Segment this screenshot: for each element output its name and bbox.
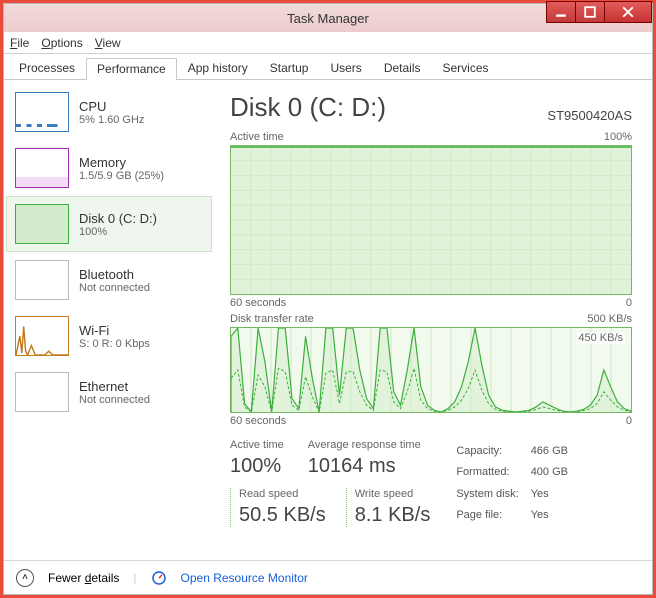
- maximize-button[interactable]: [575, 1, 605, 23]
- fewer-details-button[interactable]: Fewer details: [48, 571, 119, 585]
- avg-response-label: Average response time: [308, 439, 421, 451]
- tab-processes[interactable]: Processes: [8, 57, 86, 79]
- pagefile-value: Yes: [531, 506, 578, 526]
- stats-row: Active time 100% Average response time 1…: [230, 439, 632, 527]
- read-speed-value: 50.5 KB/s: [239, 504, 326, 527]
- active-time-chart[interactable]: [230, 145, 632, 295]
- menu-file[interactable]: File: [10, 36, 29, 50]
- chart2-max: 500 KB/s: [587, 313, 632, 325]
- read-speed-label: Read speed: [239, 488, 326, 500]
- chart1-xleft: 60 seconds: [230, 297, 286, 309]
- page-title: Disk 0 (C: D:): [230, 92, 386, 123]
- content: CPU5% 1.60 GHz Memory1.5/5.9 GB (25%) Di…: [4, 80, 652, 560]
- tabs: Processes Performance App history Startu…: [4, 54, 652, 80]
- sysdisk-value: Yes: [531, 484, 578, 504]
- menu-options[interactable]: Options: [41, 36, 82, 50]
- pagefile-label: Page file:: [456, 506, 528, 526]
- collapse-icon[interactable]: ˄: [16, 569, 34, 587]
- chart2-inner-label: 450 KB/s: [576, 332, 625, 344]
- capacity-value: 466 GB: [531, 441, 578, 461]
- tab-details[interactable]: Details: [373, 57, 432, 79]
- disk-properties-table: Capacity:466 GB Formatted:400 GB System …: [454, 439, 580, 527]
- sidebar-item-ethernet[interactable]: EthernetNot connected: [6, 364, 212, 420]
- capacity-label: Capacity:: [456, 441, 528, 461]
- write-speed-value: 8.1 KB/s: [355, 504, 431, 527]
- write-speed-label: Write speed: [355, 488, 431, 500]
- main-panel: Disk 0 (C: D:) ST9500420AS Active time 1…: [214, 80, 652, 560]
- sidebar-item-cpu[interactable]: CPU5% 1.60 GHz: [6, 84, 212, 140]
- minimize-button[interactable]: [546, 1, 576, 23]
- task-manager-window: Task Manager File Options View Processes…: [3, 3, 653, 595]
- active-time-label: Active time: [230, 439, 284, 451]
- sb-wifi-sub: S: 0 R: 0 Kbps: [79, 338, 150, 350]
- sidebar-item-bluetooth[interactable]: BluetoothNot connected: [6, 252, 212, 308]
- sb-mem-title: Memory: [79, 155, 164, 170]
- sb-eth-sub: Not connected: [79, 394, 150, 406]
- tab-users[interactable]: Users: [319, 57, 372, 79]
- tab-performance[interactable]: Performance: [86, 58, 177, 80]
- sb-bt-title: Bluetooth: [79, 267, 150, 282]
- tab-services[interactable]: Services: [432, 57, 500, 79]
- ethernet-thumb-icon: [15, 372, 69, 412]
- sidebar-item-disk0[interactable]: Disk 0 (C: D:)100%: [6, 196, 212, 252]
- avg-response-value: 10164 ms: [308, 455, 421, 478]
- sb-cpu-sub: 5% 1.60 GHz: [79, 114, 144, 126]
- transfer-rate-chart[interactable]: 450 KB/s: [230, 327, 632, 413]
- chart1-xright: 0: [626, 297, 632, 309]
- disk-thumb-icon: [15, 204, 69, 244]
- chart1-max: 100%: [604, 131, 632, 143]
- chart1-label: Active time: [230, 131, 284, 143]
- sidebar-item-memory[interactable]: Memory1.5/5.9 GB (25%): [6, 140, 212, 196]
- sb-disk-title: Disk 0 (C: D:): [79, 211, 157, 226]
- close-button[interactable]: [604, 1, 652, 23]
- formatted-value: 400 GB: [531, 463, 578, 483]
- sb-cpu-title: CPU: [79, 99, 144, 114]
- sb-eth-title: Ethernet: [79, 379, 150, 394]
- menubar: File Options View: [4, 32, 652, 54]
- window-controls: [547, 1, 652, 23]
- active-time-value: 100%: [230, 455, 284, 478]
- titlebar[interactable]: Task Manager: [4, 4, 652, 32]
- cpu-thumb-icon: [15, 92, 69, 132]
- sb-bt-sub: Not connected: [79, 282, 150, 294]
- sysdisk-label: System disk:: [456, 484, 528, 504]
- chart2-xleft: 60 seconds: [230, 415, 286, 427]
- chart2-xright: 0: [626, 415, 632, 427]
- bluetooth-thumb-icon: [15, 260, 69, 300]
- memory-thumb-icon: [15, 148, 69, 188]
- chart2-label: Disk transfer rate: [230, 313, 314, 325]
- formatted-label: Formatted:: [456, 463, 528, 483]
- wifi-thumb-icon: [15, 316, 69, 356]
- tab-startup[interactable]: Startup: [259, 57, 320, 79]
- sb-wifi-title: Wi-Fi: [79, 323, 150, 338]
- sb-disk-sub: 100%: [79, 226, 157, 238]
- footer: ˄ Fewer details | Open Resource Monitor: [4, 560, 652, 594]
- sidebar-item-wifi[interactable]: Wi-FiS: 0 R: 0 Kbps: [6, 308, 212, 364]
- menu-view[interactable]: View: [95, 36, 121, 50]
- open-resource-monitor-link[interactable]: Open Resource Monitor: [181, 571, 308, 585]
- sb-mem-sub: 1.5/5.9 GB (25%): [79, 170, 164, 182]
- resource-monitor-icon: [151, 570, 167, 586]
- disk-model: ST9500420AS: [547, 108, 632, 123]
- sidebar: CPU5% 1.60 GHz Memory1.5/5.9 GB (25%) Di…: [4, 80, 214, 560]
- tab-app-history[interactable]: App history: [177, 57, 259, 79]
- separator: |: [133, 571, 136, 585]
